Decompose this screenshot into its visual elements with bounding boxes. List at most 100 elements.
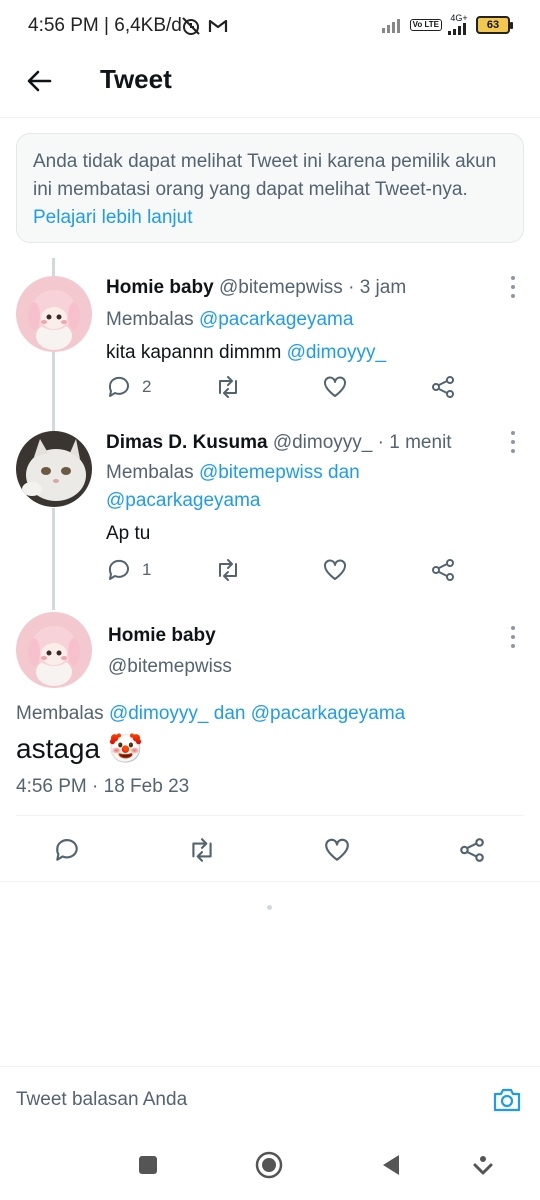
- assistant-button[interactable]: [468, 1150, 498, 1180]
- divider: [0, 881, 540, 882]
- battery-indicator: 63: [476, 15, 513, 34]
- reply-count: 1: [142, 560, 152, 579]
- gmail-icon: [208, 19, 228, 32]
- clown-emoji: 🤡: [108, 733, 143, 764]
- reply-button[interactable]: [51, 834, 83, 866]
- like-button[interactable]: [321, 834, 353, 866]
- chevron-down-icon: [473, 1156, 493, 1175]
- replying-to-label: Membalas: [106, 462, 194, 483]
- status-system-icons: Vo LTE 4G+ 63: [381, 13, 513, 35]
- replying-to: Membalas @dimoyyy_ dan @pacarkageyama: [16, 703, 405, 725]
- tweet-header: Homie baby @bitemepwiss · 3 jam: [106, 275, 510, 301]
- alarm-off-icon: [182, 17, 200, 35]
- camera-button[interactable]: [490, 1083, 524, 1117]
- back-nav-button[interactable]: [376, 1150, 406, 1180]
- share-button[interactable]: [430, 555, 456, 585]
- retweet-button[interactable]: [186, 834, 218, 866]
- more-options-icon[interactable]: [508, 431, 518, 453]
- avatar[interactable]: [16, 276, 92, 352]
- status-time: 4:56 PM | 6,4KB/d: [28, 15, 182, 36]
- triangle-back-icon: [383, 1155, 399, 1175]
- restricted-tweet-notice: Anda tidak dapat melihat Tweet ini karen…: [16, 133, 524, 243]
- divider: [16, 815, 524, 816]
- signal-strength-icon: [448, 23, 466, 35]
- tweet-timestamp: 4:56 PM · 18 Feb 23: [16, 776, 190, 797]
- page-title: Tweet: [100, 64, 172, 94]
- retweet-button[interactable]: [214, 372, 242, 402]
- system-nav-bar: [0, 1130, 540, 1200]
- reply-button[interactable]: 1: [106, 555, 151, 585]
- avatar[interactable]: [16, 431, 92, 507]
- like-button[interactable]: [322, 372, 348, 402]
- square-icon: [139, 1156, 157, 1174]
- share-icon: [432, 559, 454, 581]
- mention-link[interactable]: @dimoyyy_: [287, 342, 387, 363]
- status-notification-icons: [180, 16, 228, 36]
- replying-to-link[interactable]: @pacarkageyama: [106, 490, 260, 511]
- replying-to-label: Membalas: [16, 703, 104, 724]
- tweet-card[interactable]: Dimas D. Kusuma @dimoyyy_ · 1 menit Memb…: [0, 425, 540, 600]
- tweet-time: · 1 menit: [377, 432, 452, 453]
- avatar-image-cat: [16, 431, 92, 507]
- like-button[interactable]: [322, 555, 348, 585]
- tweet-text-body: kita kapannn dimmm: [106, 342, 282, 363]
- tweet-actions: 2: [106, 372, 462, 402]
- volte-badge: Vo LTE: [409, 18, 442, 31]
- share-icon: [432, 376, 454, 398]
- back-arrow-icon: [27, 70, 52, 92]
- signal-icon: [381, 18, 400, 33]
- retweet-icon: [219, 376, 237, 398]
- heart-icon: [325, 838, 349, 861]
- more-options-icon[interactable]: [508, 276, 518, 298]
- reply-icon: [108, 376, 129, 397]
- avatar-image-bunny: [16, 276, 92, 352]
- more-options-icon[interactable]: [508, 626, 518, 648]
- notice-text: Anda tidak dapat melihat Tweet ini karen…: [33, 151, 497, 200]
- user-name[interactable]: Homie baby: [106, 277, 214, 298]
- retweet-button[interactable]: [214, 555, 242, 585]
- retweet-icon: [219, 559, 237, 581]
- share-icon: [460, 838, 484, 862]
- tweet-text: kita kapannn dimmm @dimoyyy_: [106, 340, 510, 366]
- reply-composer[interactable]: Tweet balasan Anda: [0, 1066, 540, 1130]
- avatar-image-bunny: [16, 612, 92, 688]
- share-button[interactable]: [430, 372, 456, 402]
- heart-icon: [324, 559, 346, 580]
- user-handle[interactable]: @bitemepwiss: [219, 277, 343, 298]
- user-name[interactable]: Homie baby: [108, 625, 216, 647]
- reply-input[interactable]: Tweet balasan Anda: [16, 1089, 187, 1111]
- replying-to: Membalas @pacarkageyama: [106, 306, 510, 334]
- app-header: Tweet: [0, 52, 540, 118]
- tweet-card[interactable]: Homie baby @bitemepwiss · 3 jam Membalas…: [0, 270, 540, 420]
- tweet-header: Dimas D. Kusuma @dimoyyy_ · 1 menit: [106, 430, 510, 456]
- loading-indicator: [267, 905, 272, 910]
- tweet-actions: [0, 830, 540, 870]
- network-type-label: 4G+: [450, 13, 468, 23]
- replying-to: Membalas @bitemepwiss dan @pacarkageyama: [106, 459, 510, 515]
- tweet-text: Ap tu: [106, 523, 151, 544]
- learn-more-link[interactable]: Pelajari lebih lanjut: [33, 207, 193, 228]
- retweet-icon: [192, 838, 212, 862]
- user-handle[interactable]: @bitemepwiss: [108, 656, 232, 678]
- replying-to-link[interactable]: @dimoyyy_ dan @pacarkageyama: [109, 703, 405, 724]
- user-handle[interactable]: @dimoyyy_: [273, 432, 373, 453]
- avatar[interactable]: [16, 612, 92, 688]
- camera-icon: [493, 1088, 521, 1112]
- reply-icon: [108, 559, 129, 580]
- replying-to-link[interactable]: @pacarkageyama: [199, 309, 353, 330]
- recents-button[interactable]: [133, 1150, 163, 1180]
- replying-to-link[interactable]: @bitemepwiss dan: [199, 462, 360, 483]
- tweet-text: astaga 🤡: [16, 732, 143, 765]
- tweet-actions: 1: [106, 555, 462, 585]
- replying-to-label: Membalas: [106, 309, 194, 330]
- reply-count: 2: [142, 377, 152, 396]
- user-name[interactable]: Dimas D. Kusuma: [106, 432, 268, 453]
- reply-button[interactable]: 2: [106, 372, 151, 402]
- home-button[interactable]: [254, 1150, 284, 1180]
- home-circle-icon: [255, 1151, 283, 1179]
- reply-icon: [56, 839, 78, 861]
- tweet-time: · 3 jam: [348, 277, 407, 298]
- share-button[interactable]: [456, 834, 488, 866]
- status-bar: 4:56 PM | 6,4KB/d Vo LTE 4G+ 63: [0, 0, 540, 52]
- back-button[interactable]: [22, 64, 56, 98]
